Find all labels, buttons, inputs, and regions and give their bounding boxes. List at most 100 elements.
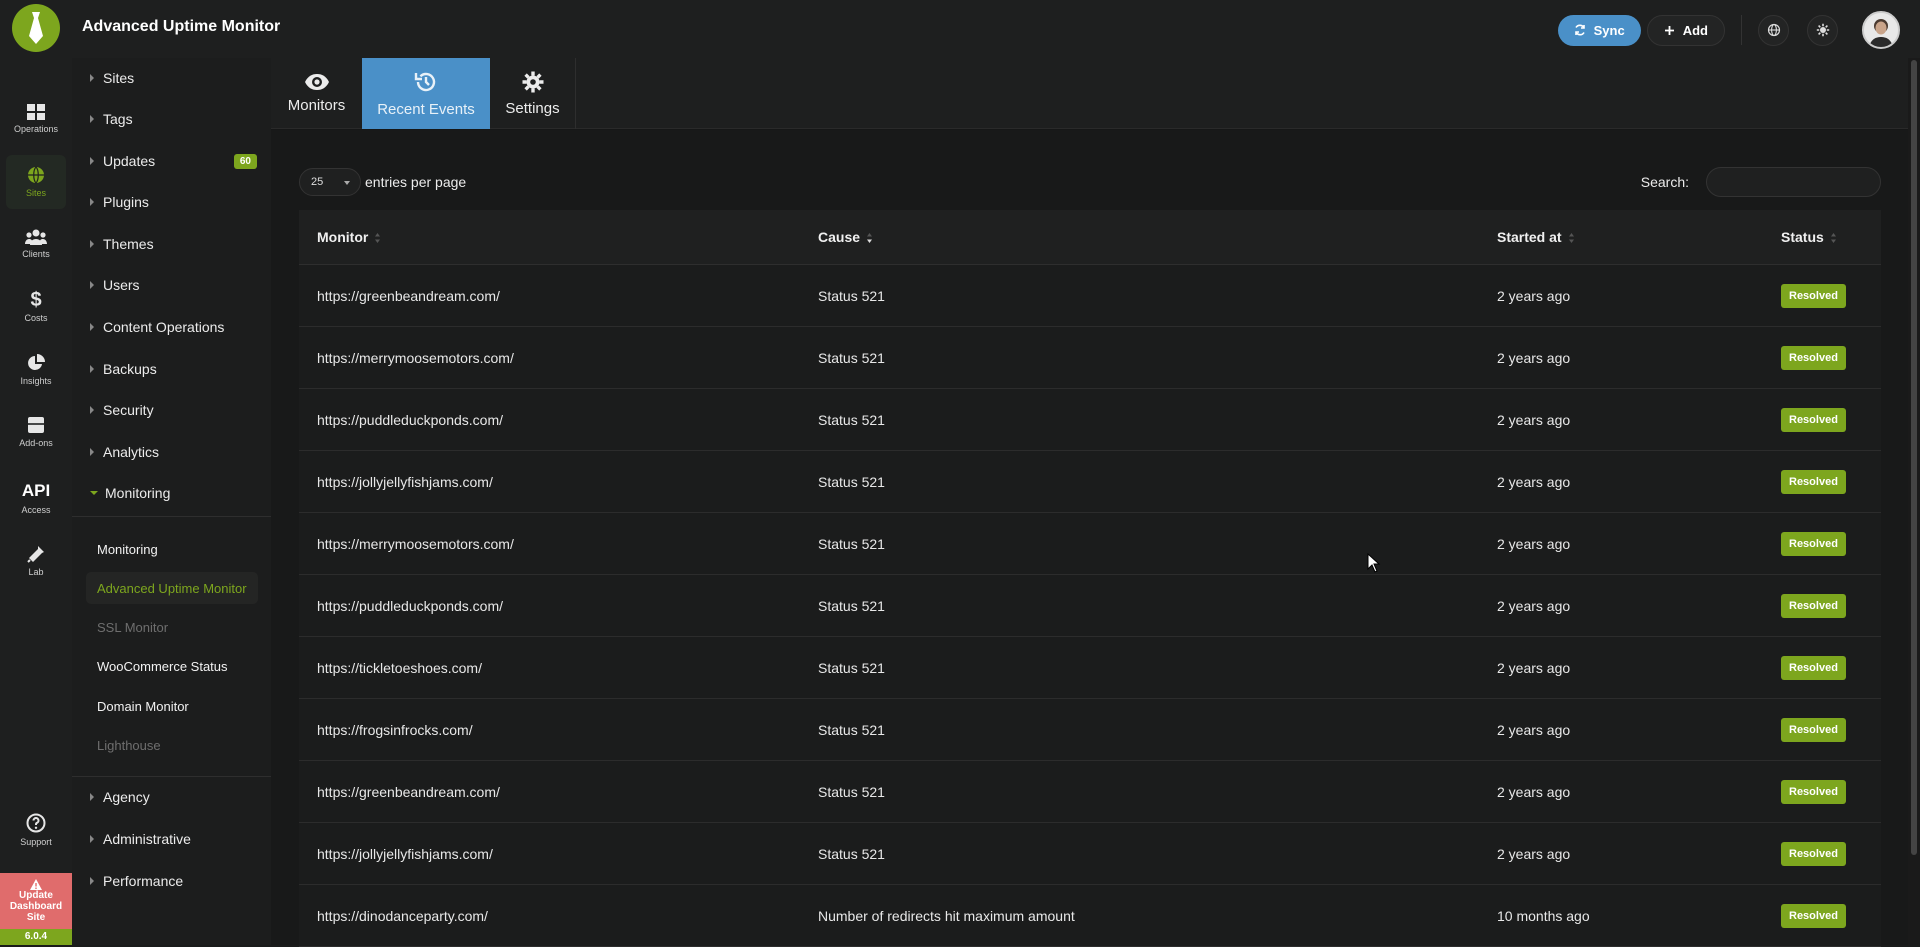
- monitor-url[interactable]: https://jollyjellyfishjams.com/: [299, 846, 800, 862]
- page-length-select[interactable]: 25: [299, 168, 361, 196]
- sidebar-item-analytics[interactable]: Analytics: [72, 437, 271, 467]
- sidebar-item-label: Security: [103, 402, 154, 418]
- scrollbar-thumb[interactable]: [1911, 60, 1917, 855]
- event-cause: Status 521: [818, 349, 885, 366]
- sidebar-item-label: Analytics: [103, 444, 160, 460]
- rail-item-sites[interactable]: Sites: [6, 155, 66, 209]
- add-button[interactable]: Add: [1646, 14, 1725, 46]
- column-header-status[interactable]: Status: [1771, 229, 1881, 245]
- rail-item-access[interactable]: API Access: [6, 471, 66, 525]
- tab-monitors[interactable]: Monitors: [271, 58, 362, 129]
- column-label: Status: [1781, 229, 1824, 245]
- globe-icon: [1767, 23, 1780, 37]
- caret-right-icon: [90, 877, 94, 885]
- sync-label: Sync: [1593, 22, 1625, 38]
- sidebar-item-themes[interactable]: Themes: [72, 229, 271, 259]
- monitor-url[interactable]: https://merrymoosemotors.com/: [299, 536, 800, 552]
- sort-icon: [1830, 233, 1836, 244]
- table-row: https://greenbeandream.com/Status 521 2 y…: [299, 265, 1881, 327]
- sidebar-item-content-operations[interactable]: Content Operations: [72, 312, 271, 342]
- version-badge: 6.0.4: [0, 929, 72, 945]
- rail-label: Sites: [25, 188, 46, 198]
- sidebar-item-label: Plugins: [103, 194, 149, 210]
- search-input[interactable]: [1706, 167, 1881, 197]
- sidebar-item-backups[interactable]: Backups: [72, 354, 271, 384]
- icon-rail: Operations Sites Clients $ Costs Insight…: [0, 58, 72, 945]
- sub-item-monitoring[interactable]: Monitoring: [86, 533, 258, 565]
- monitor-url[interactable]: https://puddleduckponds.com/: [299, 598, 800, 614]
- monitor-url[interactable]: https://greenbeandream.com/: [299, 784, 800, 800]
- table-row: https://puddleduckponds.com/Status 521 2 …: [299, 389, 1881, 451]
- rail-item-operations[interactable]: Operations: [6, 92, 66, 146]
- events-table: Monitor Cause Started at Status https://…: [299, 210, 1881, 947]
- monitor-url[interactable]: https://tickletoeshoes.com/: [299, 660, 800, 676]
- sub-item-lighthouse[interactable]: Lighthouse: [86, 729, 258, 761]
- event-cause: Status 521: [818, 473, 885, 490]
- divider: [72, 776, 271, 777]
- chevron-down-icon: [344, 181, 350, 185]
- rail-item-lab[interactable]: Lab: [6, 534, 66, 588]
- event-started-at: 2 years ago: [1497, 659, 1571, 676]
- tab-bar: Monitors Recent Events Settings: [271, 58, 1908, 129]
- sidebar-item-sites[interactable]: Sites: [72, 63, 271, 93]
- sidebar-item-monitoring[interactable]: Monitoring: [72, 478, 271, 508]
- sidebar-item-administrative[interactable]: Administrative: [72, 824, 271, 854]
- avatar[interactable]: [1862, 11, 1900, 49]
- sidebar-item-tags[interactable]: Tags: [72, 104, 271, 134]
- monitor-url[interactable]: https://frogsinfrocks.com/: [299, 722, 800, 738]
- sidebar-item-agency[interactable]: Agency: [72, 782, 271, 812]
- box-icon: [28, 417, 44, 433]
- monitor-url[interactable]: https://merrymoosemotors.com/: [299, 350, 800, 366]
- sync-button[interactable]: Sync: [1557, 14, 1641, 46]
- rail-item-costs[interactable]: $ Costs: [6, 280, 66, 334]
- event-started-at: 2 years ago: [1497, 473, 1571, 490]
- caret-right-icon: [90, 406, 94, 414]
- divider: [72, 516, 271, 517]
- logo-icon[interactable]: [12, 4, 60, 52]
- column-header-started-at[interactable]: Started at: [1479, 229, 1771, 245]
- rail-label: Costs: [24, 313, 48, 323]
- settings-button[interactable]: [1807, 14, 1838, 46]
- top-bar: Advanced Uptime Monitor Sync Add: [0, 0, 1920, 58]
- rail-label: Add-ons: [19, 438, 53, 448]
- rail-label: Operations: [13, 124, 59, 134]
- gear-icon: [522, 71, 543, 93]
- grid-icon: [27, 104, 45, 120]
- status-badge: Resolved: [1781, 469, 1846, 494]
- sidebar-item-updates[interactable]: Updates 60: [72, 146, 271, 176]
- tab-settings[interactable]: Settings: [490, 58, 576, 129]
- table-row: https://merrymoosemotors.com/Status 521 2…: [299, 327, 1881, 389]
- sub-item-ssl-monitor[interactable]: SSL Monitor: [86, 611, 258, 643]
- rail-item-add-ons[interactable]: Add-ons: [6, 405, 66, 459]
- update-label: Update Dashboard Site: [9, 890, 63, 923]
- column-header-cause[interactable]: Cause: [800, 229, 1479, 245]
- sub-item-advanced-uptime-monitor[interactable]: Advanced Uptime Monitor: [86, 572, 258, 604]
- sidebar-item-users[interactable]: Users: [72, 270, 271, 300]
- monitor-url[interactable]: https://dinodanceparty.com/: [299, 908, 800, 924]
- sub-item-woocommerce-status[interactable]: WooCommerce Status: [86, 650, 258, 682]
- rail-item-support[interactable]: Support: [6, 803, 66, 857]
- event-started-at: 2 years ago: [1497, 783, 1571, 800]
- monitor-url[interactable]: https://puddleduckponds.com/: [299, 412, 800, 428]
- rail-item-insights[interactable]: Insights: [6, 343, 66, 397]
- sidebar-item-performance[interactable]: Performance: [72, 866, 271, 896]
- caret-right-icon: [90, 74, 94, 82]
- update-dashboard-button[interactable]: Update Dashboard Site 6.0.4: [0, 873, 72, 945]
- search-label: Search:: [1640, 174, 1689, 190]
- sidebar-item-security[interactable]: Security: [72, 395, 271, 425]
- monitor-url[interactable]: https://jollyjellyfishjams.com/: [299, 474, 800, 490]
- page-scrollbar[interactable]: [1908, 58, 1920, 945]
- sidebar-item-label: Backups: [103, 361, 157, 377]
- tab-label: Recent Events: [377, 101, 475, 118]
- column-header-monitor[interactable]: Monitor: [299, 229, 800, 245]
- globe-button[interactable]: [1758, 14, 1789, 46]
- status-badge: Resolved: [1781, 345, 1846, 370]
- monitor-url[interactable]: https://greenbeandream.com/: [299, 288, 800, 304]
- add-label: Add: [1682, 22, 1708, 38]
- tab-recent-events[interactable]: Recent Events: [362, 58, 490, 129]
- caret-right-icon: [90, 240, 94, 248]
- sidebar-item-plugins[interactable]: Plugins: [72, 187, 271, 217]
- rail-item-clients[interactable]: Clients: [6, 217, 66, 271]
- sub-item-domain-monitor[interactable]: Domain Monitor: [86, 690, 258, 722]
- sidebar-item-label: Agency: [103, 789, 150, 805]
